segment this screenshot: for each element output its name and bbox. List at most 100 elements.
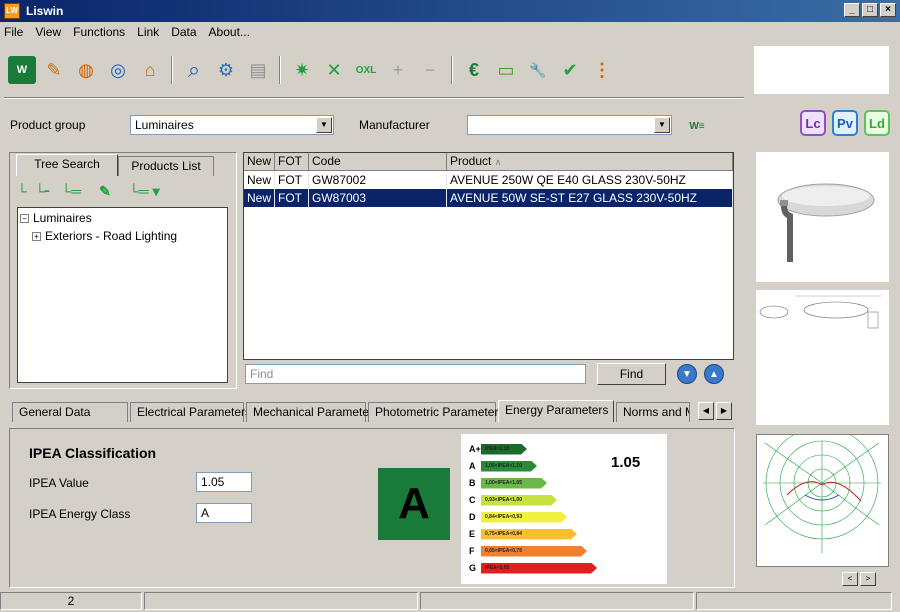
tab-norms[interactable]: Norms and Ma	[616, 402, 690, 422]
energy-scale-bar: IPEA>1,10	[481, 444, 527, 455]
find-input[interactable]: Find	[245, 364, 586, 384]
tab-energy-parameters[interactable]: Energy Parameters	[498, 400, 614, 422]
tab-scroll-left-button[interactable]: ◀	[698, 402, 714, 420]
menu-bar: File View Functions Link Data About...	[0, 22, 900, 42]
energy-scale-bar: 0,65<IPEA<0,75	[481, 546, 587, 557]
tab-photometric-parameters[interactable]: Photometric Parameters	[368, 402, 504, 422]
next-image-button[interactable]: >	[860, 572, 876, 586]
lc-badge-button[interactable]: Lc	[800, 110, 826, 136]
prev-image-button[interactable]: <	[842, 572, 858, 586]
maximize-button[interactable]: □	[862, 3, 878, 17]
table-row[interactable]: New FOT GW87002 AVENUE 250W QE E40 GLASS…	[244, 171, 733, 189]
energy-scale-bar: IPEA<0,65	[481, 563, 597, 574]
tree-level3-icon[interactable]: └═	[61, 183, 81, 200]
settings-search-icon[interactable]: ⚙	[212, 56, 240, 84]
wg-list-icon[interactable]: W≡	[684, 113, 710, 139]
abacus-icon[interactable]: ⋮	[588, 56, 616, 84]
tab-tree-search[interactable]: Tree Search	[16, 154, 118, 176]
column-header-fot[interactable]: FOT	[275, 153, 309, 170]
network-icon[interactable]: ⌂	[136, 56, 164, 84]
tree-level1-icon[interactable]: └	[17, 183, 27, 200]
polar-diagram	[756, 426, 889, 567]
menu-about[interactable]: About...	[209, 25, 250, 39]
toolbar-separator	[279, 56, 281, 84]
tree-options-icon[interactable]: └═ ▾	[129, 183, 160, 200]
energy-scale-bar: 0,75<IPEA<0,84	[481, 529, 577, 540]
tree-node-label: Luminaires	[33, 211, 92, 225]
column-header-code[interactable]: Code	[309, 153, 447, 170]
dimension-drawing	[756, 290, 889, 425]
wg-icon[interactable]: W	[8, 56, 36, 84]
cell-product: AVENUE 50W SE-ST E27 GLASS 230V-50HZ	[447, 189, 733, 207]
chevron-down-icon[interactable]: ▼	[654, 117, 670, 133]
menu-view[interactable]: View	[35, 25, 61, 39]
menu-data[interactable]: Data	[171, 25, 196, 39]
ld-badge-button[interactable]: Ld	[864, 110, 890, 136]
ipea-class-field[interactable]: A	[196, 503, 252, 523]
manufacturer-select[interactable]: ▼	[467, 115, 672, 135]
tab-products-list[interactable]: Products List	[118, 156, 214, 176]
money-icon[interactable]: ▭	[492, 56, 520, 84]
oxl-icon[interactable]: OXL	[352, 56, 380, 84]
title-bar: LW Liswin _ □ ×	[0, 0, 900, 22]
product-photo	[756, 152, 889, 282]
globe-search-icon[interactable]: ◎	[104, 56, 132, 84]
globe-icon[interactable]: ◍	[72, 56, 100, 84]
energy-scale-letter: E	[469, 529, 476, 539]
move-down-button[interactable]: ▼	[677, 364, 697, 384]
energy-scale-letter: F	[469, 546, 475, 556]
tree-node-root[interactable]: − Luminaires	[20, 211, 92, 225]
divider	[4, 97, 744, 99]
tab-general-data[interactable]: General Data	[12, 402, 128, 422]
product-group-value: Luminaires	[135, 118, 194, 132]
collapse-icon[interactable]: −	[20, 213, 29, 223]
energy-scale-bar: 0,84<IPEA<0,93	[481, 512, 567, 523]
close-button[interactable]: ×	[880, 3, 896, 17]
cross-list-icon[interactable]: ✕	[320, 56, 348, 84]
logo-area	[754, 46, 889, 94]
euro-icon[interactable]: €	[460, 56, 488, 84]
manufacturer-label: Manufacturer	[359, 118, 430, 132]
search-icon[interactable]: ⌕	[180, 56, 208, 84]
minimize-button[interactable]: _	[844, 3, 860, 17]
tree-edit-icon[interactable]: ✎	[99, 183, 111, 200]
table-header: New FOT Code Product ∧	[244, 153, 733, 171]
toolbar-separator	[451, 56, 453, 84]
window-title: Liswin	[26, 4, 64, 18]
column-header-product[interactable]: Product ∧	[447, 153, 733, 170]
product-group-label: Product group	[10, 118, 86, 132]
status-panel-2	[144, 592, 418, 610]
star-list-icon[interactable]: ✷	[288, 56, 316, 84]
table-row-selected[interactable]: New FOT GW87003 AVENUE 50W SE-ST E27 GLA…	[244, 189, 733, 207]
status-bar: 2	[0, 592, 900, 612]
tools-icon[interactable]: ✎	[40, 56, 68, 84]
tree-node-child[interactable]: + Exteriors - Road Lighting	[32, 229, 177, 243]
tab-electrical-parameters[interactable]: Electrical Parameters	[130, 402, 251, 422]
energy-scale-bar: 1,00<IPEA<1,05	[481, 478, 547, 489]
chevron-down-icon[interactable]: ▼	[316, 117, 332, 133]
menu-file[interactable]: File	[4, 25, 23, 39]
status-panel-4	[696, 592, 892, 610]
pv-badge-button[interactable]: Pv	[832, 110, 858, 136]
tab-mechanical-parameters[interactable]: Mechanical Parameters	[246, 402, 379, 422]
energy-scale-row: B 1,00<IPEA<1,05	[469, 476, 547, 490]
energy-scale-row: E 0,75<IPEA<0,84	[469, 527, 577, 541]
add-list-icon[interactable]: +	[384, 56, 412, 84]
move-up-button[interactable]: ▲	[704, 364, 724, 384]
tree-level2-icon[interactable]: └╴	[35, 183, 53, 200]
find-button[interactable]: Find	[597, 363, 666, 385]
document-icon[interactable]: ▤	[244, 56, 272, 84]
menu-link[interactable]: Link	[137, 25, 159, 39]
remove-list-icon[interactable]: −	[416, 56, 444, 84]
detail-tabs: General Data Electrical Parameters Mecha…	[12, 400, 692, 422]
tab-scroll-right-button[interactable]: ▶	[716, 402, 732, 420]
tools-check-icon[interactable]: ✔	[556, 56, 584, 84]
menu-functions[interactable]: Functions	[73, 25, 125, 39]
energy-scale-row: G IPEA<0,65	[469, 561, 597, 575]
product-group-select[interactable]: Luminaires ▼	[130, 115, 334, 135]
expand-icon[interactable]: +	[32, 231, 41, 241]
wrench-icon[interactable]: 🔧	[524, 56, 552, 84]
cell-code: GW87002	[309, 171, 447, 189]
column-header-new[interactable]: New	[244, 153, 275, 170]
ipea-value-field[interactable]: 1.05	[196, 472, 252, 492]
